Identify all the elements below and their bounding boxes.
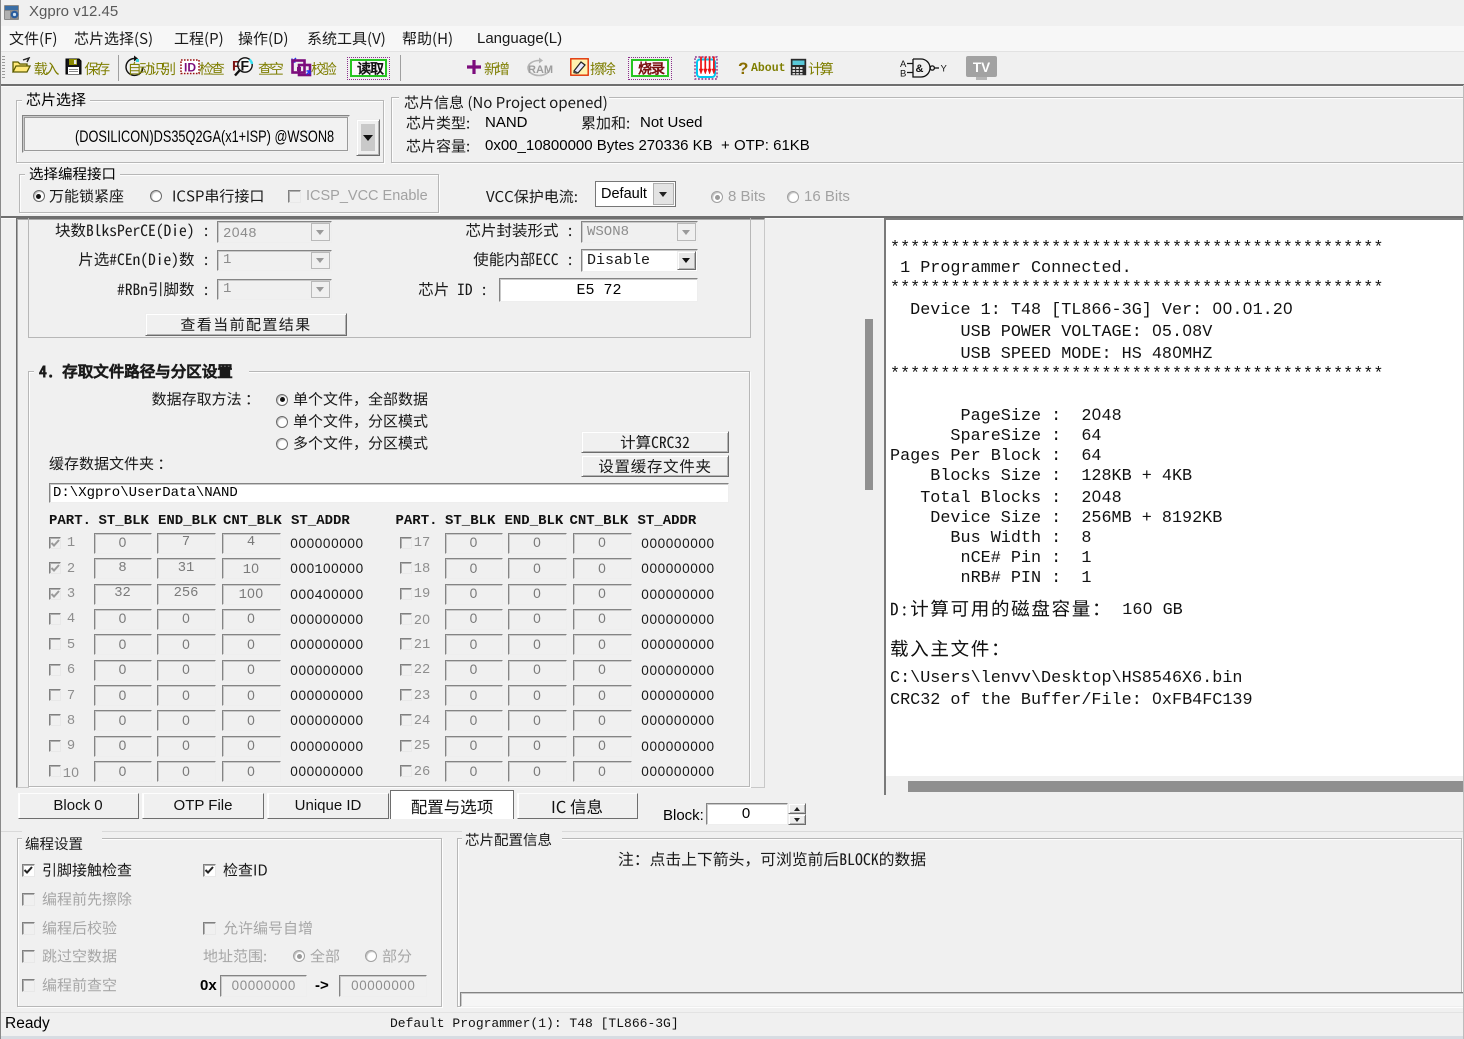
svg-text:B: B	[900, 69, 906, 80]
svg-text:&: &	[916, 63, 924, 75]
svg-text:F: F	[241, 58, 250, 74]
svg-text:ID: ID	[184, 61, 196, 75]
svg-text:Y: Y	[941, 64, 948, 75]
svg-text:RAM: RAM	[528, 64, 553, 76]
